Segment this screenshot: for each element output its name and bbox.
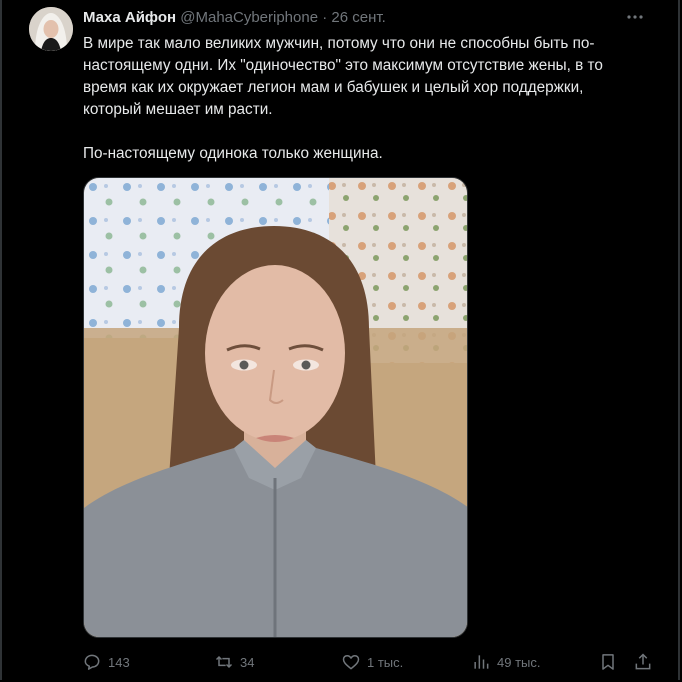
like-count: 1 тыс. <box>367 654 404 670</box>
repost-arrows-icon <box>215 655 233 669</box>
tweet-text: В мире так мало великих мужчин, потому ч… <box>83 33 643 165</box>
tweet-date[interactable]: 26 сент. <box>331 9 385 26</box>
more-horizontal-icon <box>627 15 643 19</box>
tweet-paragraph-1: В мире так мало великих мужчин, потому ч… <box>83 35 603 118</box>
photo-image <box>84 178 467 637</box>
avatar-image <box>29 7 73 51</box>
heart-icon <box>342 655 360 670</box>
bookmark-icon <box>602 654 614 670</box>
tweet-actions: 143 34 1 тыс. 49 тыс. <box>82 650 657 674</box>
tweet-container: Маха Айфон @MahaCyberiphone · 26 сент. В… <box>0 0 680 680</box>
author-name[interactable]: Маха Айфон <box>83 9 176 26</box>
tweet-header: Маха Айфон @MahaCyberiphone · 26 сент. <box>83 9 638 27</box>
views-button[interactable]: 49 тыс. <box>471 650 540 674</box>
repost-button[interactable]: 34 <box>214 650 254 674</box>
reply-button[interactable]: 143 <box>82 650 130 674</box>
share-upload-icon <box>635 653 651 670</box>
bookmark-button[interactable] <box>598 650 618 674</box>
more-button[interactable] <box>625 10 645 24</box>
reply-bubble-icon <box>84 654 100 670</box>
separator-dot: · <box>322 9 328 26</box>
share-button[interactable] <box>633 650 653 674</box>
like-button[interactable]: 1 тыс. <box>341 650 403 674</box>
views-bar-chart-icon <box>474 655 489 669</box>
tweet-paragraph-2: По-настоящему одинока только женщина. <box>83 145 383 162</box>
views-count: 49 тыс. <box>497 654 541 670</box>
tweet-photo[interactable] <box>83 177 468 638</box>
author-avatar[interactable] <box>29 7 73 51</box>
repost-count: 34 <box>240 654 255 670</box>
author-handle[interactable]: @MahaCyberiphone <box>180 9 318 26</box>
reply-count: 143 <box>108 654 130 670</box>
